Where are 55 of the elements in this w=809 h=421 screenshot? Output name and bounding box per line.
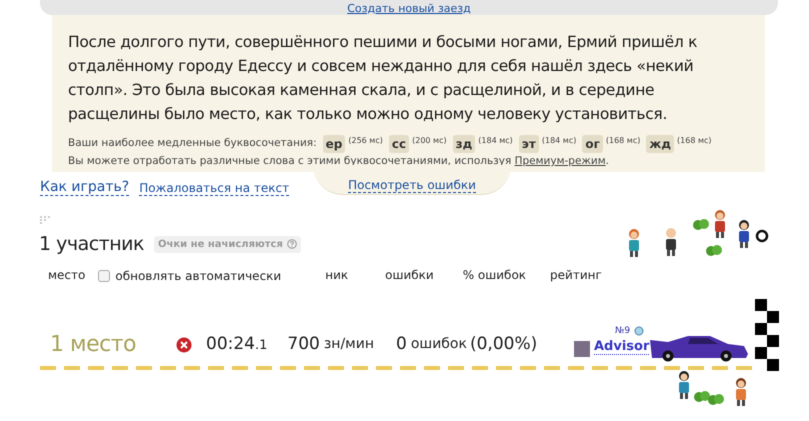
how-to-play-link[interactable]: Как играть? — [40, 179, 130, 196]
report-text-link[interactable]: Пожаловаться на текст — [139, 181, 290, 196]
spectator-drawing — [733, 377, 749, 407]
column-header: ошибки — [385, 266, 434, 284]
participants-count: 1 участник — [39, 232, 144, 257]
error-rate: (0,00%) — [470, 332, 538, 356]
race-text: После долгого пути, совершённого пешими и босыми ногами, Ермий пришёл к отдалённому городу Едессу и совсем нежданно для себя нашёл здесь «некий столп». Это была высокая каменная скала, и с расщелиной, и в середине расщелины было место, как только можно одному человеку установиться. — [68, 32, 698, 125]
combo-time: (168 мс) — [606, 135, 640, 147]
letter-combo: ер — [322, 135, 346, 153]
drag-grip-icon[interactable] — [40, 216, 50, 224]
slow-combos-label: Ваши наиболее медленные буквосочетания: — [68, 136, 317, 152]
car-number: №9 — [615, 325, 630, 338]
username-link[interactable]: Advisor — [594, 339, 650, 355]
column-header: место — [48, 266, 86, 284]
create-race-link[interactable]: Создать новый заезд — [347, 3, 471, 15]
error-icon — [176, 336, 192, 352]
bush-drawing — [694, 390, 710, 402]
spectator-drawing — [676, 370, 692, 400]
error-count: 0 — [396, 332, 407, 356]
letter-combo: жд — [646, 135, 674, 153]
column-header: % ошибок — [462, 266, 526, 284]
speed-unit: зн/мин — [324, 335, 374, 354]
letter-combo: зд — [452, 135, 476, 153]
race-time: 00:24.1 — [206, 332, 268, 356]
column-header: ник — [325, 266, 348, 284]
bush-drawing — [693, 218, 709, 230]
spectator-drawing — [663, 227, 679, 257]
speed-value: 700 — [287, 332, 320, 356]
errors-label: ошибок — [410, 335, 467, 354]
combo-time: (168 мс) — [677, 135, 712, 147]
combo-time: (256 мс) — [348, 135, 383, 147]
column-header: рейтинг — [550, 266, 602, 284]
place-label: 1 место — [50, 331, 136, 359]
combo-time: (184 мс) — [542, 135, 576, 147]
letter-combo: эт — [518, 135, 539, 153]
spectator-drawing — [626, 228, 642, 258]
avatar-placeholder — [574, 341, 590, 357]
combo-time: (200 мс) — [412, 135, 447, 147]
help-icon[interactable] — [286, 239, 297, 250]
spectator-drawing — [736, 219, 752, 249]
tire-drawing — [755, 229, 769, 243]
letter-combo: сс — [388, 135, 410, 153]
auto-update-checkbox[interactable] — [98, 270, 110, 282]
scoring-badge-label: Очки не начисляются — [158, 238, 283, 252]
bush-drawing — [708, 393, 724, 405]
premium-link[interactable]: Премиум-режим — [514, 155, 606, 167]
wheel-icon — [634, 326, 644, 336]
finish-flag-drawing — [755, 299, 779, 371]
bush-drawing — [706, 244, 722, 256]
combo-time: (184 мс) — [478, 135, 513, 147]
spectator-drawing — [712, 209, 728, 239]
letter-combo: ог — [582, 135, 603, 153]
auto-update-label: обновлять автоматически — [115, 268, 282, 285]
view-errors-link[interactable]: Посмотреть ошибки — [348, 178, 476, 193]
premium-hint: Вы можете отработать различные слова с этими буквосочетаниями, используя Премиум-режим. — [68, 154, 610, 169]
